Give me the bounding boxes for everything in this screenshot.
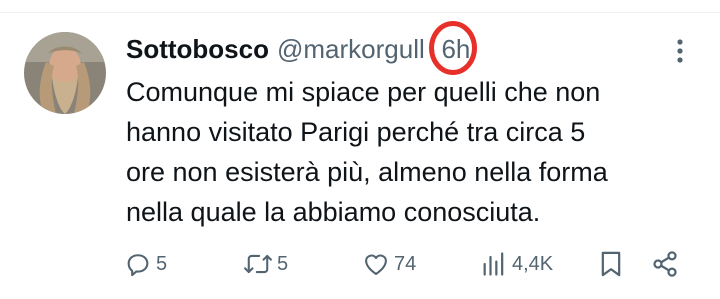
retweet-icon [243,250,273,278]
views-button[interactable]: 4,4K [480,244,553,284]
reply-count: 5 [156,252,168,275]
share-icon [651,250,679,278]
red-circle-annotation [429,21,478,75]
action-bar: 5 5 74 4,4K [0,244,720,284]
reply-button[interactable]: 5 [124,244,167,284]
retweet-button[interactable]: 5 [243,244,288,284]
avatar[interactable] [24,32,106,114]
display-name[interactable]: Sottobosco [126,27,269,71]
like-button[interactable]: 74 [362,244,416,284]
divider [0,12,720,13]
like-count: 74 [394,252,417,275]
username-handle[interactable]: @markorgull [277,27,425,71]
views-icon [480,250,508,278]
reply-icon [124,250,152,278]
like-icon [362,250,390,278]
tweet-header: Sottobosco @markorgull · 6h [126,21,478,75]
tweet-text: Comunque mi spiace per quelli che non ha… [126,77,608,227]
bookmark-button[interactable] [598,244,624,284]
bookmark-icon [598,250,624,278]
view-count: 4,4K [512,252,554,275]
share-button[interactable] [651,244,679,284]
retweet-count: 5 [277,252,289,275]
timestamp-wrapper: 6h [429,21,478,75]
more-options-icon[interactable] [668,36,692,66]
tweet-card[interactable]: Sottobosco @markorgull · 6h Comunque mi … [0,0,720,299]
